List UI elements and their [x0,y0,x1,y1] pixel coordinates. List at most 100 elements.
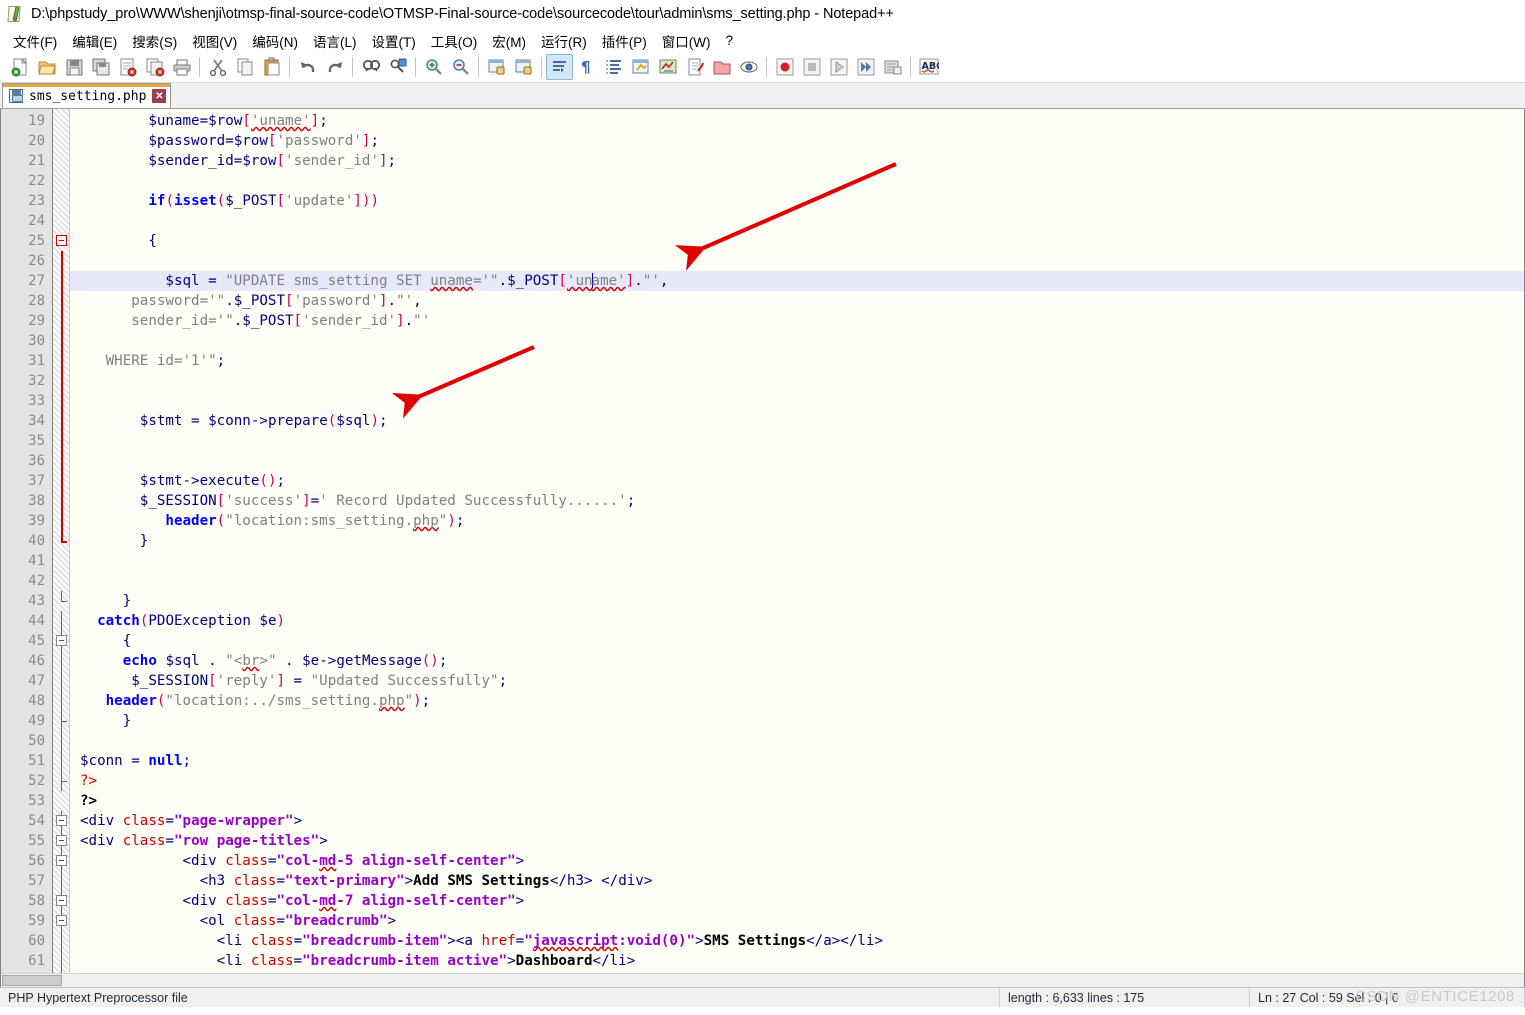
run-macro-multiple-icon[interactable] [852,54,879,80]
code-line[interactable]: $stmt->execute(); [70,471,1524,491]
zoom-in-icon[interactable] [420,54,447,80]
code-line[interactable] [70,171,1524,191]
fold-toggle[interactable] [56,855,67,866]
code-line[interactable]: if(isset($_POST['update'])) [70,191,1524,211]
menu-item-file[interactable]: 文件(F) [6,29,65,53]
zoom-out-icon[interactable] [447,54,474,80]
code-line[interactable]: header("location:sms_setting.php"); [70,511,1524,531]
menu-item-language[interactable]: 语言(L) [306,29,365,53]
code-line[interactable] [70,731,1524,751]
menu-item-tools[interactable]: 工具(O) [424,29,486,53]
fold-toggle[interactable] [56,895,67,906]
code-line[interactable] [70,551,1524,571]
print-icon[interactable] [168,54,195,80]
folder-as-workspace-icon[interactable] [708,54,735,80]
paste-icon[interactable] [258,54,285,80]
menu-item-macro[interactable]: 宏(M) [485,29,534,53]
editor[interactable]: 19 20 21 22 23 24 25 26 27 28 29 30 31 32 33 34 35 36 37 38… [0,109,1525,987]
menu-item-help[interactable]: ? [718,31,741,50]
code-area[interactable]: $uname=$row['uname']; $password=$row['pa… [70,109,1524,987]
code-line[interactable]: ?> [70,771,1524,791]
code-line[interactable]: $conn = null; [70,751,1524,771]
code-line[interactable]: { [70,631,1524,651]
code-line[interactable]: sender_id='".$_POST['sender_id']."' [70,311,1524,331]
code-line[interactable] [70,451,1524,471]
horizontal-scrollbar[interactable] [1,973,1524,987]
code-line[interactable]: <div class="col-md-5 align-self-center"> [70,851,1524,871]
code-line[interactable]: header("location:../sms_setting.php"); [70,691,1524,711]
redo-icon[interactable] [321,54,348,80]
menu-item-search[interactable]: 搜索(S) [125,29,185,53]
code-line[interactable]: $password=$row['password']; [70,131,1524,151]
code-line[interactable]: <li class="breadcrumb-item active">Dashb… [70,951,1524,971]
code-line[interactable] [70,391,1524,411]
spell-check-icon[interactable]: ABC [915,54,942,80]
code-line[interactable]: WHERE id='1'"; [70,351,1524,371]
new-file-icon[interactable] [6,54,33,80]
fold-toggle[interactable] [56,635,67,646]
close-all-icon[interactable] [141,54,168,80]
code-line[interactable]: $stmt = $conn->prepare($sql); [70,411,1524,431]
code-line[interactable] [70,331,1524,351]
tab-sms-setting-php[interactable]: sms_setting.php ✕ [2,83,172,108]
close-file-icon[interactable] [114,54,141,80]
code-line[interactable]: <li class="breadcrumb-item"><a href="jav… [70,931,1524,951]
code-line[interactable]: echo $sql . "<br>" . $e->getMessage(); [70,651,1524,671]
code-line[interactable] [70,211,1524,231]
document-map-icon[interactable] [654,54,681,80]
sync-vertical-scroll-icon[interactable] [483,54,510,80]
menu-item-run[interactable]: 运行(R) [534,29,595,53]
code-line[interactable]: <h3 class="text-primary">Add SMS Setting… [70,871,1524,891]
show-indent-guide-icon[interactable] [600,54,627,80]
code-line[interactable] [70,371,1524,391]
monitoring-icon[interactable] [735,54,762,80]
function-list-icon[interactable] [681,54,708,80]
cut-icon[interactable] [204,54,231,80]
code-line[interactable]: $_SESSION['reply'] = "Updated Successful… [70,671,1524,691]
play-macro-icon[interactable] [825,54,852,80]
copy-icon[interactable] [231,54,258,80]
code-line[interactable]: <div class="page-wrapper"> [70,811,1524,831]
code-line[interactable] [70,571,1524,591]
code-line[interactable]: { [70,231,1524,251]
save-macro-icon[interactable] [879,54,906,80]
fold-toggle[interactable] [56,815,67,826]
word-wrap-icon[interactable] [546,54,573,80]
code-line[interactable] [70,251,1524,271]
code-line[interactable]: catch(PDOException $e) [70,611,1524,631]
find-icon[interactable] [357,54,384,80]
fold-toggle[interactable] [56,915,67,926]
code-line[interactable]: <div class="row page-titles"> [70,831,1524,851]
replace-icon[interactable] [384,54,411,80]
code-line[interactable]: $sender_id=$row['sender_id']; [70,151,1524,171]
sync-horizontal-scroll-icon[interactable] [510,54,537,80]
code-line[interactable]: $sql = "UPDATE sms_setting SET uname='".… [70,271,1524,291]
user-defined-language-icon[interactable] [627,54,654,80]
save-icon[interactable] [60,54,87,80]
code-line[interactable]: <div class="col-md-7 align-self-center"> [70,891,1524,911]
code-line[interactable]: } [70,591,1524,611]
scrollbar-thumb[interactable] [2,975,62,986]
menu-item-settings[interactable]: 设置(T) [365,29,424,53]
code-line[interactable]: password='".$_POST['password']."', [70,291,1524,311]
stop-macro-icon[interactable] [798,54,825,80]
fold-toggle[interactable] [56,835,67,846]
code-line[interactable]: } [70,711,1524,731]
code-line[interactable]: } [70,531,1524,551]
menu-item-view[interactable]: 视图(V) [185,29,245,53]
fold-toggle[interactable] [56,235,67,246]
fold-margin[interactable] [53,109,70,987]
code-line[interactable]: ?> [70,791,1524,811]
record-macro-icon[interactable] [771,54,798,80]
undo-icon[interactable] [294,54,321,80]
menu-item-plugins[interactable]: 插件(P) [595,29,655,53]
menu-item-window[interactable]: 窗口(W) [655,29,719,53]
menu-item-edit[interactable]: 编辑(E) [65,29,125,53]
save-all-icon[interactable] [87,54,114,80]
code-line[interactable]: $uname=$row['uname']; [70,111,1524,131]
code-line[interactable] [70,431,1524,451]
code-line[interactable]: <ol class="breadcrumb"> [70,911,1524,931]
close-icon[interactable]: ✕ [152,89,167,103]
open-file-icon[interactable] [33,54,60,80]
menu-item-encoding[interactable]: 编码(N) [245,29,306,53]
